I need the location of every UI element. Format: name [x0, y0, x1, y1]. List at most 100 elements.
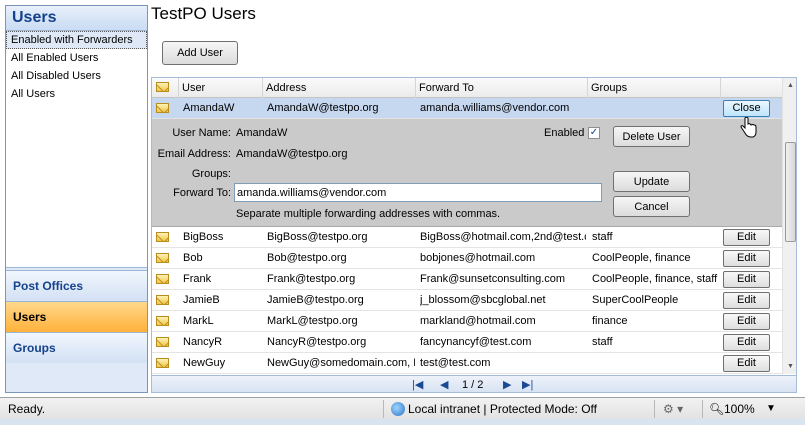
envelope-icon	[156, 358, 169, 368]
username-value: AmandaW	[236, 127, 288, 139]
cell-forward: BigBoss@hotmail.com,2nd@test.c	[420, 231, 586, 243]
zoom-dropdown-icon[interactable]: ▼	[766, 403, 776, 414]
cell-user: JamieB	[183, 294, 220, 306]
cell-user: AmandaW	[183, 102, 235, 114]
table-row[interactable]: MarkL MarkL@testpo.org markland@hotmail.co…	[152, 311, 782, 332]
cell-groups: staff	[592, 336, 613, 348]
envelope-icon	[156, 232, 169, 242]
cell-user: BigBoss	[183, 231, 224, 243]
nav-section-post-offices[interactable]: Post Offices	[6, 270, 147, 301]
table-row[interactable]: JamieB JamieB@testpo.org j_blossom@sbcglob…	[152, 290, 782, 311]
security-zone[interactable]: Local intranet | Protected Mode: Off	[408, 402, 597, 416]
cell-address: JamieB@testpo.org	[267, 294, 364, 306]
header-groups[interactable]: Groups	[588, 78, 721, 98]
scroll-down-arrow-icon[interactable]: ▼	[783, 359, 796, 374]
edit-button[interactable]: Edit	[723, 334, 770, 351]
forward-to-input[interactable]	[234, 183, 602, 202]
grid-header: User Address Forward To Groups	[152, 78, 782, 98]
edit-button[interactable]: Edit	[723, 271, 770, 288]
table-row[interactable]: Frank Frank@testpo.org Frank@sunsetconsult…	[152, 269, 782, 290]
envelope-icon	[156, 253, 169, 263]
view-item-all-users[interactable]: All Users	[6, 85, 147, 103]
envelope-icon	[156, 295, 169, 305]
cell-address: NewGuy@somedomain.com, N	[267, 357, 415, 369]
cell-groups: CoolPeople, finance, staff	[592, 273, 718, 285]
header-forward-to[interactable]: Forward To	[416, 78, 588, 98]
enabled-checkbox[interactable]: ✓	[588, 127, 600, 139]
close-button[interactable]: Close	[723, 100, 770, 117]
vertical-scrollbar[interactable]: ▲ ▼	[782, 78, 796, 374]
view-list: Enabled with Forwarders All Enabled User…	[6, 31, 147, 268]
table-row[interactable]: BigBoss BigBoss@testpo.org BigBoss@hotmail…	[152, 227, 782, 248]
hand-cursor-icon	[740, 117, 757, 138]
edit-button[interactable]: Edit	[723, 250, 770, 267]
update-button[interactable]: Update	[613, 171, 690, 192]
email-value: AmandaW@testpo.org	[236, 148, 348, 160]
table-row[interactable]: Bob Bob@testpo.org bobjones@hotmail.com Coo…	[152, 248, 782, 269]
view-item-all-enabled-users[interactable]: All Enabled Users	[6, 49, 147, 67]
users-grid: User Address Forward To Groups AmandaW A…	[151, 77, 797, 393]
status-bar: Ready. Local intranet | Protected Mode: …	[0, 397, 805, 419]
cell-forward: markland@hotmail.com	[420, 315, 536, 327]
cell-forward: test@test.com	[420, 357, 491, 369]
enabled-label: Enabled	[544, 127, 585, 139]
header-envelope-cell	[152, 78, 179, 98]
nav-section-groups[interactable]: Groups	[6, 332, 147, 363]
edit-panel: User Name: AmandaW Email Address: Amanda…	[152, 119, 782, 227]
cell-address: BigBoss@testpo.org	[267, 231, 368, 243]
protected-mode-icon[interactable]: ⚙ ▾	[663, 402, 683, 416]
status-divider	[383, 400, 384, 418]
cell-user: NancyR	[183, 336, 223, 348]
cell-forward: bobjones@hotmail.com	[420, 252, 536, 264]
cell-user: Frank	[183, 273, 212, 285]
cell-groups	[592, 98, 720, 119]
edit-button[interactable]: Edit	[723, 355, 770, 372]
username-label: User Name:	[172, 127, 231, 139]
cancel-button[interactable]: Cancel	[613, 196, 690, 217]
cell-forward: Frank@sunsetconsulting.com	[420, 273, 566, 285]
email-label: Email Address:	[157, 148, 231, 160]
edit-button[interactable]: Edit	[723, 229, 770, 246]
cell-address: Bob@testpo.org	[267, 252, 347, 264]
nav-title: Users	[6, 6, 147, 31]
nav-section-users[interactable]: Users	[6, 301, 147, 332]
cell-user: MarkL	[183, 315, 214, 327]
scroll-thumb[interactable]	[785, 142, 796, 242]
edit-button[interactable]: Edit	[723, 292, 770, 309]
next-page-icon[interactable]: ▶	[503, 378, 511, 391]
cell-address: MarkL@testpo.org	[267, 315, 358, 327]
nav-sections: Post Offices Users Groups	[6, 268, 147, 392]
envelope-icon	[156, 337, 169, 347]
table-row[interactable]: NewGuy NewGuy@somedomain.com, N test@test.…	[152, 353, 782, 374]
cell-address: AmandaW@testpo.org	[267, 102, 379, 114]
cell-address: Frank@testpo.org	[267, 273, 356, 285]
cell-forward: amanda.williams@vendor.com	[420, 102, 570, 114]
delete-user-button[interactable]: Delete User	[613, 126, 690, 147]
scroll-up-arrow-icon[interactable]: ▲	[783, 78, 796, 93]
left-nav: Users Enabled with Forwarders All Enable…	[5, 5, 148, 393]
edit-button[interactable]: Edit	[723, 313, 770, 330]
forward-to-label: Forward To:	[173, 187, 231, 199]
cell-user: NewGuy	[183, 357, 226, 369]
header-address[interactable]: Address	[263, 78, 416, 98]
forward-hint: Separate multiple forwarding addresses w…	[236, 208, 501, 220]
envelope-icon	[156, 82, 169, 92]
status-divider	[702, 400, 703, 418]
last-page-icon[interactable]: ▶|	[522, 378, 533, 391]
cell-forward: fancynancyf@test.com	[420, 336, 532, 348]
cell-groups	[592, 353, 720, 374]
header-user[interactable]: User	[179, 78, 263, 98]
first-page-icon[interactable]: |◀	[412, 378, 423, 391]
view-item-enabled-with-forwarders[interactable]: Enabled with Forwarders	[6, 31, 147, 49]
status-divider	[654, 400, 655, 418]
view-item-all-disabled-users[interactable]: All Disabled Users	[6, 67, 147, 85]
add-user-button[interactable]: Add User	[162, 41, 238, 65]
prev-page-icon[interactable]: ◀	[440, 378, 448, 391]
table-row-selected[interactable]: AmandaW AmandaW@testpo.org amanda.willia…	[152, 98, 782, 119]
table-row[interactable]: NancyR NancyR@testpo.org fancynancyf@test.…	[152, 332, 782, 353]
pager: |◀ ◀ 1 / 2 ▶ ▶|	[152, 375, 796, 392]
cell-groups: finance	[592, 315, 628, 327]
zoom-level[interactable]: 100%	[724, 402, 755, 416]
page-title: TestPO Users	[151, 4, 256, 23]
globe-icon	[391, 402, 405, 416]
